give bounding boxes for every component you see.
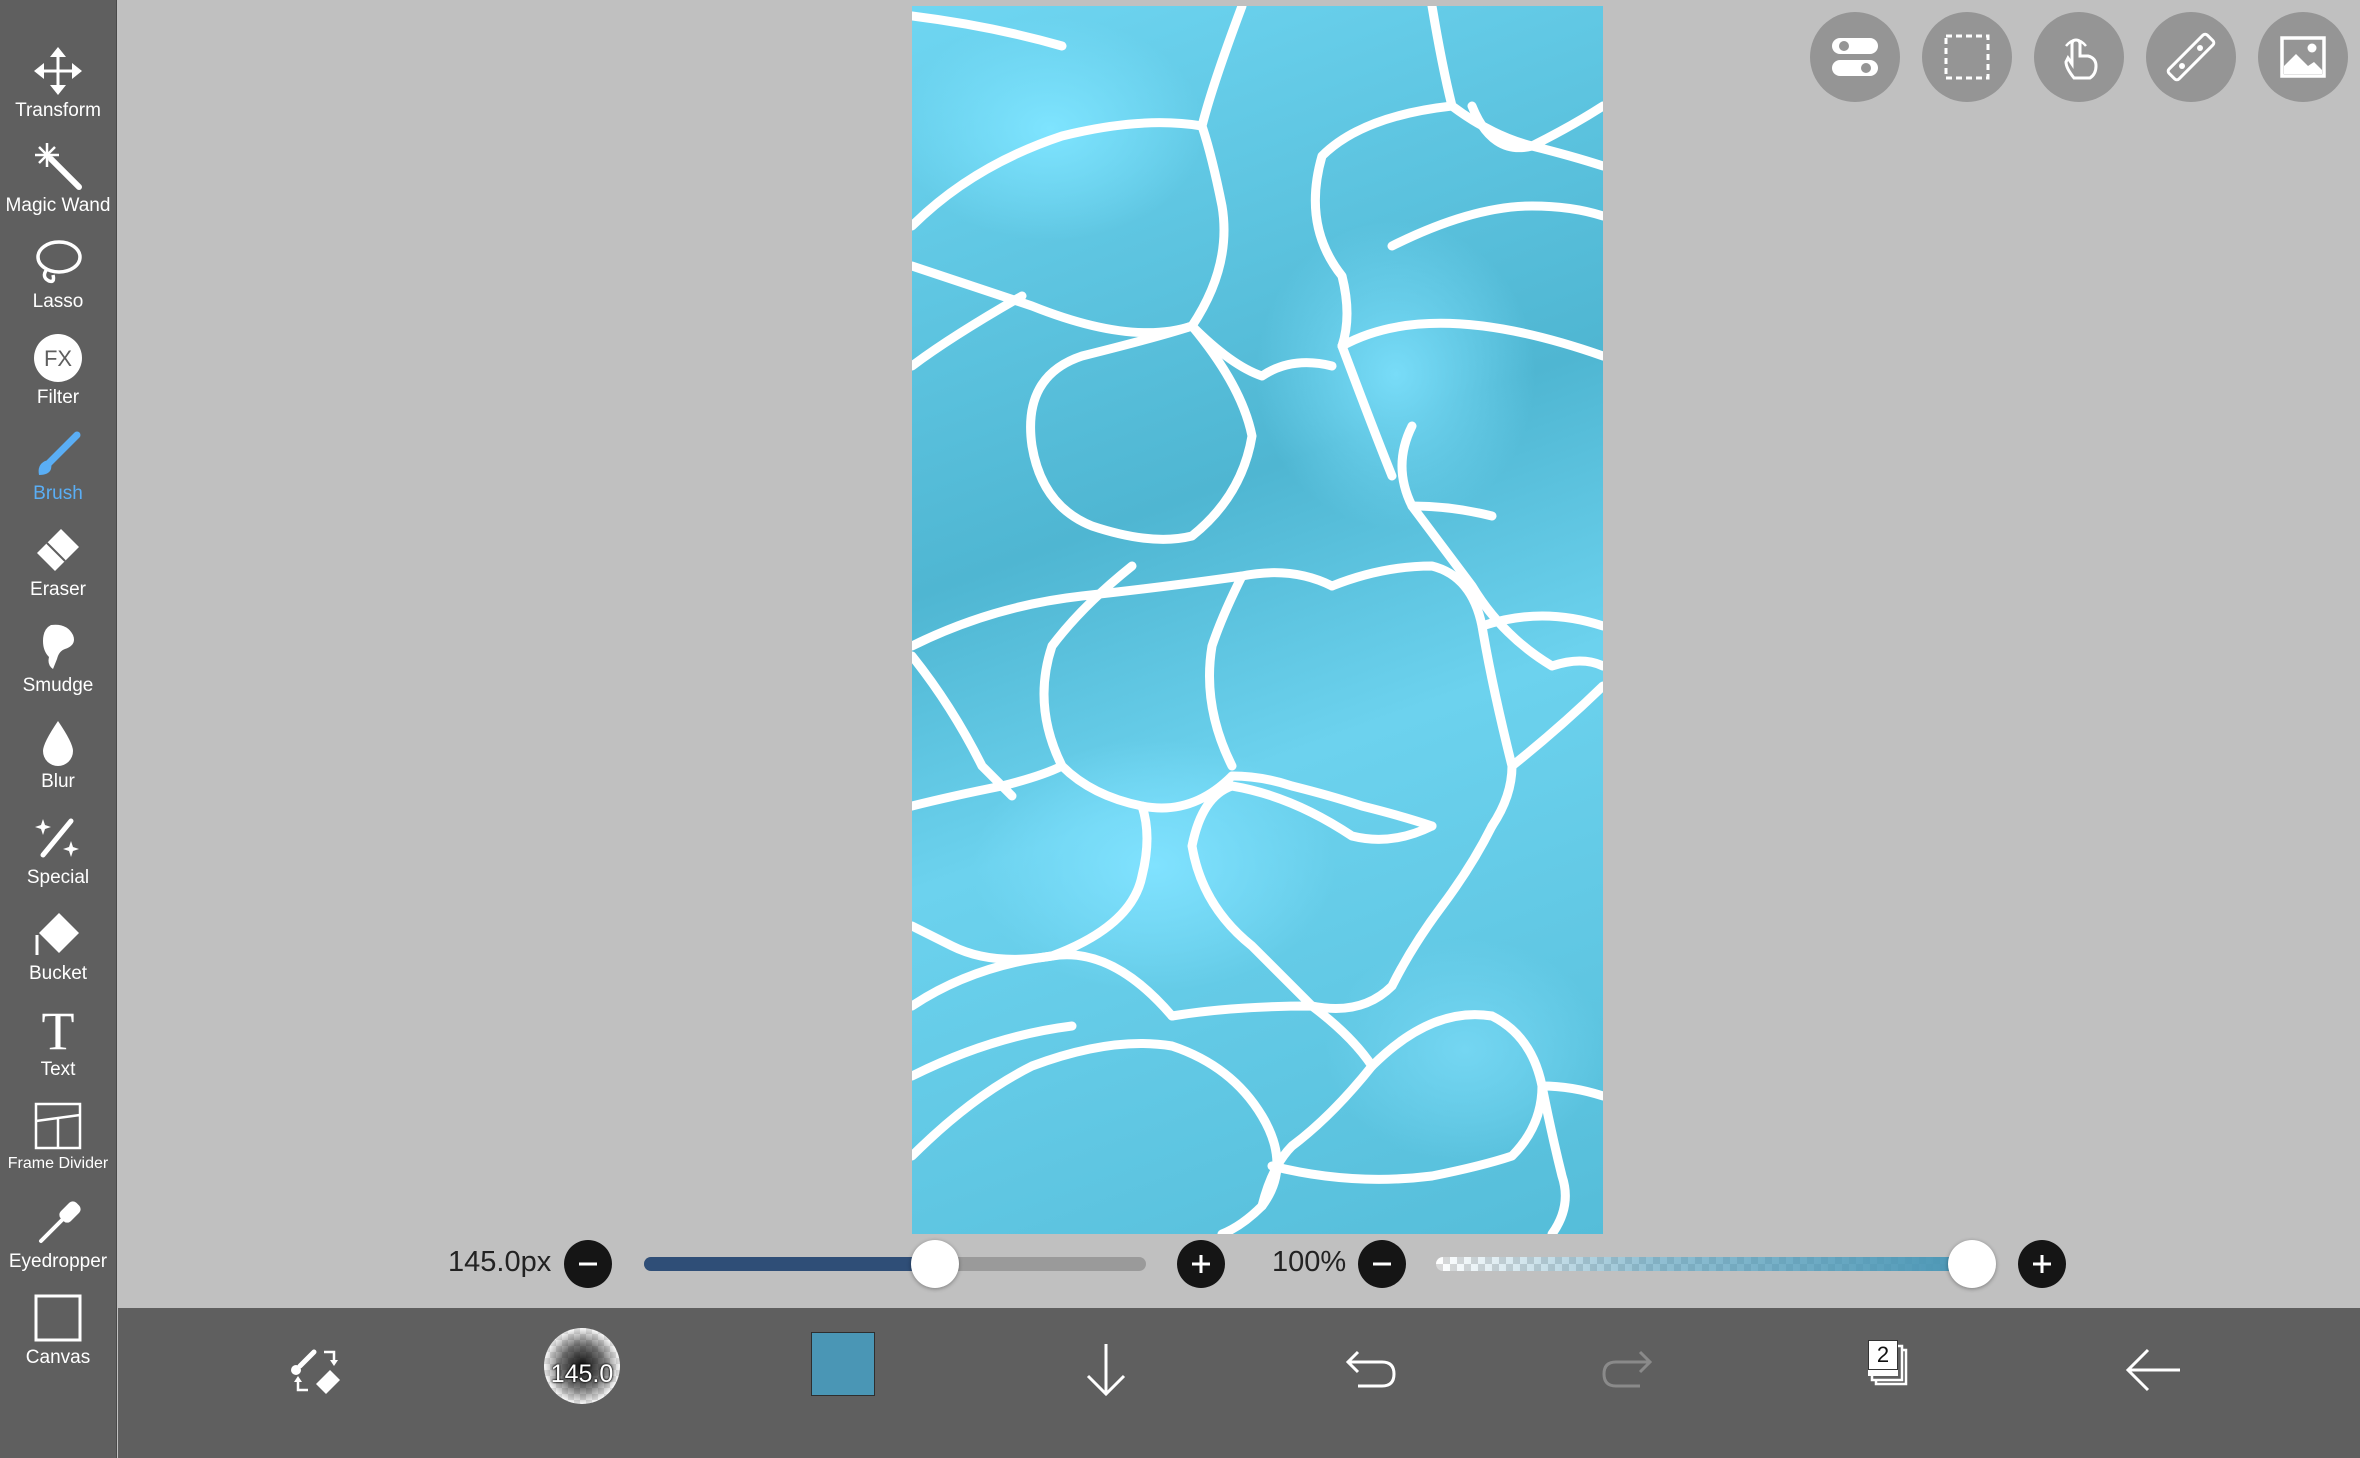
text-icon: T [33, 1005, 83, 1055]
tool-label: Bucket [28, 963, 88, 984]
opacity-value: 100% [1272, 1246, 1347, 1278]
undo-button[interactable] [1328, 1330, 1408, 1410]
drawing-canvas[interactable] [912, 6, 1603, 1234]
image-icon [2280, 36, 2326, 78]
brush-size-increase-button[interactable] [1177, 1240, 1225, 1288]
tool-label: Transform [15, 100, 101, 121]
tool-eyedropper[interactable]: Eyedropper [0, 1191, 116, 1283]
tool-lasso[interactable]: Lasso [0, 231, 116, 323]
opacity-decrease-button[interactable] [1358, 1240, 1406, 1288]
brush-eraser-swap-button[interactable] [278, 1330, 358, 1410]
plus-icon [2033, 1255, 2051, 1273]
settings-toggle-button[interactable] [1810, 12, 1900, 102]
undo-icon [1345, 1350, 1396, 1388]
back-button[interactable] [2114, 1330, 2194, 1410]
current-color-swatch[interactable] [811, 1332, 875, 1396]
brush-size-value: 145.0px [448, 1246, 552, 1278]
tool-label: Canvas [25, 1347, 91, 1368]
minus-icon [579, 1262, 597, 1266]
tool-label: Eyedropper [8, 1251, 108, 1272]
tool-label: Blur [41, 771, 75, 792]
redo-icon [1602, 1350, 1653, 1388]
tool-label: Frame Divider [7, 1155, 109, 1172]
tool-bucket[interactable]: Bucket [0, 903, 116, 995]
opacity-increase-button[interactable] [2018, 1240, 2066, 1288]
tool-smudge[interactable]: Smudge [0, 615, 116, 707]
tool-label: Eraser [30, 579, 86, 600]
tool-canvas[interactable]: Canvas [0, 1287, 116, 1379]
tool-frame-divider[interactable]: Frame Divider [0, 1095, 116, 1187]
water-artwork [912, 6, 1603, 1234]
svg-text:T: T [42, 1005, 75, 1055]
move-arrows-icon [33, 46, 83, 96]
brush-preview-size-label: 145.0 [550, 1360, 614, 1388]
redo-button[interactable] [1590, 1330, 1670, 1410]
blur-drop-icon [33, 717, 83, 767]
arrow-down-icon [1086, 1344, 1126, 1397]
opacity-knob[interactable] [1948, 1240, 1996, 1288]
bottom-toolbar: 145.0 2 [118, 1308, 2360, 1458]
brush-size-decrease-button[interactable] [564, 1240, 612, 1288]
brush-size-knob[interactable] [911, 1240, 960, 1288]
ruler-button[interactable] [2146, 12, 2236, 102]
eraser-icon [33, 525, 83, 575]
minus-icon [1373, 1262, 1391, 1266]
toggle-settings-icon [1832, 38, 1878, 76]
special-sparkle-icon [33, 813, 83, 863]
selection-rect-icon [1944, 34, 1990, 80]
left-toolbar: Transform Magic Wand Lasso FX Filter Bru… [0, 0, 117, 1458]
lasso-icon [33, 237, 83, 287]
bucket-icon [33, 909, 83, 959]
layer-count-badge: 2 [1868, 1340, 1898, 1370]
frame-divider-icon [33, 1101, 83, 1151]
selection-button[interactable] [1922, 12, 2012, 102]
arrow-left-icon [2125, 1348, 2180, 1392]
touch-mode-button[interactable] [2034, 12, 2124, 102]
tool-special[interactable]: Special [0, 807, 116, 899]
opacity-slider[interactable] [1436, 1257, 1972, 1271]
tool-blur[interactable]: Blur [0, 711, 116, 803]
ruler-icon [2166, 32, 2216, 82]
tool-brush[interactable]: Brush [0, 423, 116, 515]
tool-transform[interactable]: Transform [0, 40, 116, 132]
brush-icon [33, 429, 83, 479]
plus-icon [1192, 1255, 1210, 1273]
tool-eraser[interactable]: Eraser [0, 519, 116, 611]
brush-size-fill [644, 1257, 936, 1271]
opacity-fill [1436, 1257, 1972, 1271]
tool-label: Text [40, 1059, 76, 1080]
eyedropper-icon [33, 1197, 83, 1247]
canvas-icon [33, 1293, 83, 1343]
fx-filter-icon: FX [33, 333, 83, 383]
apply-down-button[interactable] [1066, 1330, 1146, 1410]
tool-label: Brush [33, 483, 83, 504]
tool-label: Lasso [32, 291, 84, 312]
tool-label: Magic Wand [5, 195, 111, 216]
tool-text[interactable]: T Text [0, 999, 116, 1091]
svg-text:FX: FX [44, 346, 72, 371]
tool-label: Special [26, 867, 90, 888]
brush-size-slider[interactable] [644, 1257, 1146, 1271]
tool-label: Filter [36, 387, 80, 408]
touch-hand-icon [2064, 38, 2098, 80]
smudge-icon [33, 621, 83, 671]
brush-eraser-swap-icon [291, 1349, 340, 1394]
tool-filter[interactable]: FX Filter [0, 327, 116, 419]
tool-label: Smudge [22, 675, 94, 696]
image-button[interactable] [2258, 12, 2348, 102]
magic-wand-icon [33, 141, 83, 191]
tool-magic-wand[interactable]: Magic Wand [0, 135, 116, 227]
